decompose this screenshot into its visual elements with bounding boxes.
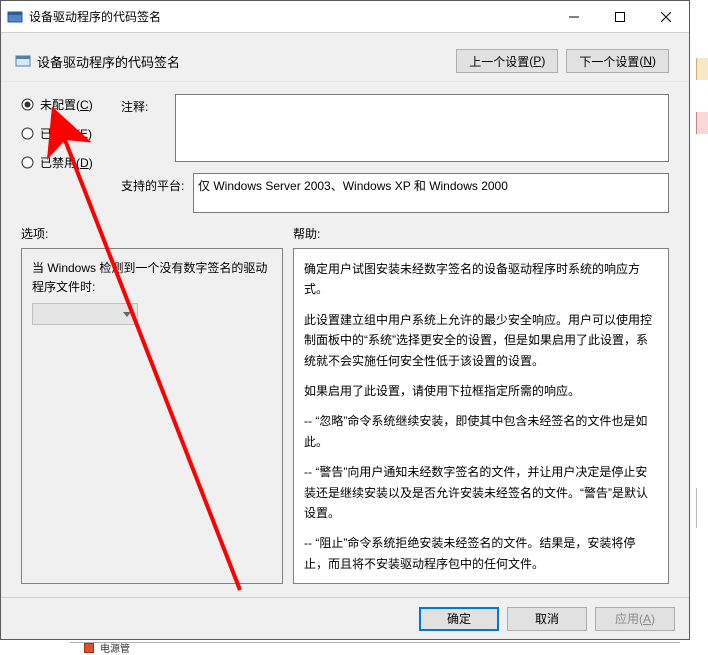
help-p6: -- “阻止”命令系统拒绝安装未经签名的文件。结果是，安装将停止，而且将不安装驱… [304, 533, 658, 574]
bg-stripe [696, 58, 708, 80]
comment-textarea[interactable] [175, 94, 669, 162]
options-text: 当 Windows 检测到一个没有数字签名的驱动程序文件时: [32, 259, 272, 297]
help-p1: 确定用户试图安装未经数字签名的设备驱动程序时系统的响应方式。 [304, 259, 658, 300]
close-button[interactable] [643, 1, 689, 33]
footer: 确定 取消 应用(A) [1, 597, 689, 639]
help-p4: -- “忽略”命令系统继续安装，即使其中包含未经签名的文件也是如此。 [304, 411, 658, 452]
apply-button[interactable]: 应用(A) [595, 607, 675, 631]
policy-icon [15, 53, 31, 69]
radio-disabled[interactable]: 已禁用(D) [21, 154, 121, 171]
bg-stripe [696, 112, 708, 134]
options-panel: 当 Windows 检测到一个没有数字签名的驱动程序文件时: [21, 248, 283, 584]
help-p3: 如果启用了此设置，请使用下拉框指定所需的响应。 [304, 381, 658, 401]
window-title: 设备驱动程序的代码签名 [29, 8, 551, 25]
options-label: 选项: [21, 225, 293, 242]
header-title: 设备驱动程序的代码签名 [37, 52, 456, 71]
radio-unconfigured[interactable]: 未配置(C) [21, 96, 121, 113]
prev-setting-button[interactable]: 上一个设置(P) [456, 49, 558, 73]
state-radio-group: 未配置(C) 已启用(E) 已禁用(D) [21, 94, 121, 213]
platform-label: 支持的平台: [121, 173, 193, 213]
help-p5: -- “警告”向用户通知未经数字签名的文件，并让用户决定是停止安装还是继续安装以… [304, 462, 658, 523]
help-panel: 确定用户试图安装未经数字签名的设备驱动程序时系统的响应方式。 此设置建立组中用户… [293, 248, 669, 584]
cancel-button[interactable]: 取消 [507, 607, 587, 631]
bg-row-icon [84, 643, 94, 653]
ok-button[interactable]: 确定 [419, 607, 499, 631]
window-icon [7, 9, 23, 25]
header: 设备驱动程序的代码签名 上一个设置(P) 下一个设置(N) [1, 33, 689, 82]
comment-label: 注释: [121, 94, 175, 167]
titlebar: 设备驱动程序的代码签名 [1, 1, 689, 33]
help-label: 帮助: [293, 225, 669, 242]
maximize-button[interactable] [597, 1, 643, 33]
platform-box: 仅 Windows Server 2003、Windows XP 和 Windo… [193, 173, 669, 213]
bg-row: 电源管 [70, 642, 680, 652]
bg-row-label: 电源管 [100, 640, 130, 655]
bg-stripe [696, 488, 708, 528]
minimize-button[interactable] [551, 1, 597, 33]
next-setting-button[interactable]: 下一个设置(N) [566, 49, 669, 73]
radio-enabled[interactable]: 已启用(E) [21, 125, 121, 142]
response-dropdown[interactable] [32, 303, 138, 325]
help-p2: 此设置建立组中用户系统上允许的最少安全响应。用户可以使用控制面板中的“系统”选择… [304, 310, 658, 371]
